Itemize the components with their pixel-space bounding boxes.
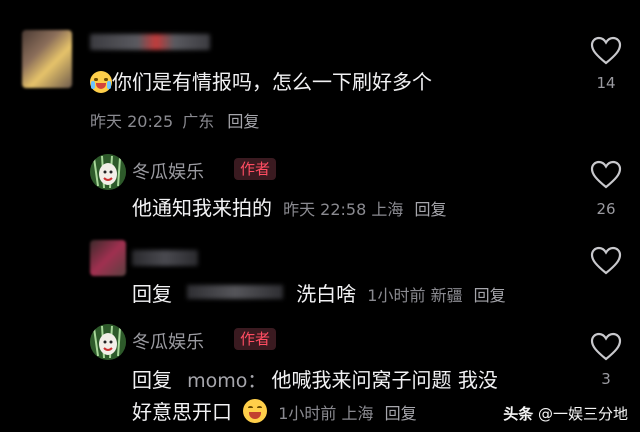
watermark-brand: 头条 (503, 405, 534, 423)
like-count: 14 (596, 74, 616, 92)
crying-face-icon (90, 71, 112, 93)
watermark: 头条 @一娱三分地 (503, 403, 628, 424)
like-button[interactable] (590, 36, 622, 70)
author-avatar[interactable] (90, 324, 126, 360)
reply-button[interactable]: 回复 (385, 404, 417, 423)
reply-button[interactable]: 回复 (415, 200, 447, 219)
reply-prefix: 回复 (132, 282, 172, 306)
commenter-avatar[interactable] (22, 30, 72, 88)
comment-location: 上海 (341, 404, 374, 423)
comment-time: 昨天 22:58 (283, 200, 367, 219)
like-button[interactable] (590, 246, 622, 280)
mention-link[interactable]: momo： (187, 370, 266, 392)
laughing-face-icon (243, 399, 268, 423)
comment-time: 1小时前 (278, 404, 337, 423)
comment-time: 昨天 20:25 (90, 112, 174, 131)
comment-line: 回复 momo： 他喊我来问窝子问题 我没 (132, 366, 498, 394)
comment-text: 你们是有情报吗，怎么一下刷好多个 (90, 68, 432, 96)
comment-line-2: 好意思开口 1小时前 上海 回复 (132, 398, 417, 426)
like-count: 26 (596, 200, 616, 218)
comment-location: 新疆 (430, 286, 463, 305)
commenter-avatar[interactable] (90, 240, 126, 276)
comment-location: 广东 (182, 112, 215, 131)
comment-text-continued: 好意思开口 (132, 400, 232, 424)
watermark-handle: @一娱三分地 (537, 405, 628, 423)
comment-text: 他喊我来问窝子问题 我没 (271, 368, 498, 392)
comment-meta: 昨天 20:25 广东 回复 (90, 108, 259, 132)
author-name[interactable]: 冬瓜娱乐 (132, 158, 204, 184)
comment-line: 回复 洗白啥 1小时前 新疆 回复 (132, 280, 506, 308)
like-button[interactable] (590, 160, 622, 194)
comment-time: 1小时前 (367, 286, 426, 305)
author-avatar[interactable] (90, 154, 126, 190)
like-count: 3 (601, 370, 611, 388)
heart-icon (590, 332, 622, 361)
watermelon-avatar-icon (90, 324, 126, 360)
author-name[interactable]: 冬瓜娱乐 (132, 328, 204, 354)
like-button[interactable] (590, 332, 622, 366)
reply-prefix: 回复 (132, 368, 172, 392)
heart-icon (590, 160, 622, 189)
reply-button[interactable]: 回复 (474, 286, 506, 305)
comment-line: 他通知我来拍的 昨天 22:58 上海 回复 (132, 194, 447, 222)
heart-icon (590, 246, 622, 275)
commenter-name-blurred[interactable] (90, 34, 210, 50)
mention-blurred[interactable] (187, 285, 284, 299)
comment-text: 洗白啥 (296, 282, 357, 306)
author-badge: 作者 (234, 158, 277, 180)
watermelon-avatar-icon (90, 154, 126, 190)
author-badge: 作者 (234, 328, 277, 350)
comment-location: 上海 (371, 200, 404, 219)
reply-button[interactable]: 回复 (227, 112, 259, 131)
heart-icon (590, 36, 622, 65)
comment-text: 他通知我来拍的 (132, 196, 272, 220)
commenter-name-blurred[interactable] (132, 250, 198, 266)
